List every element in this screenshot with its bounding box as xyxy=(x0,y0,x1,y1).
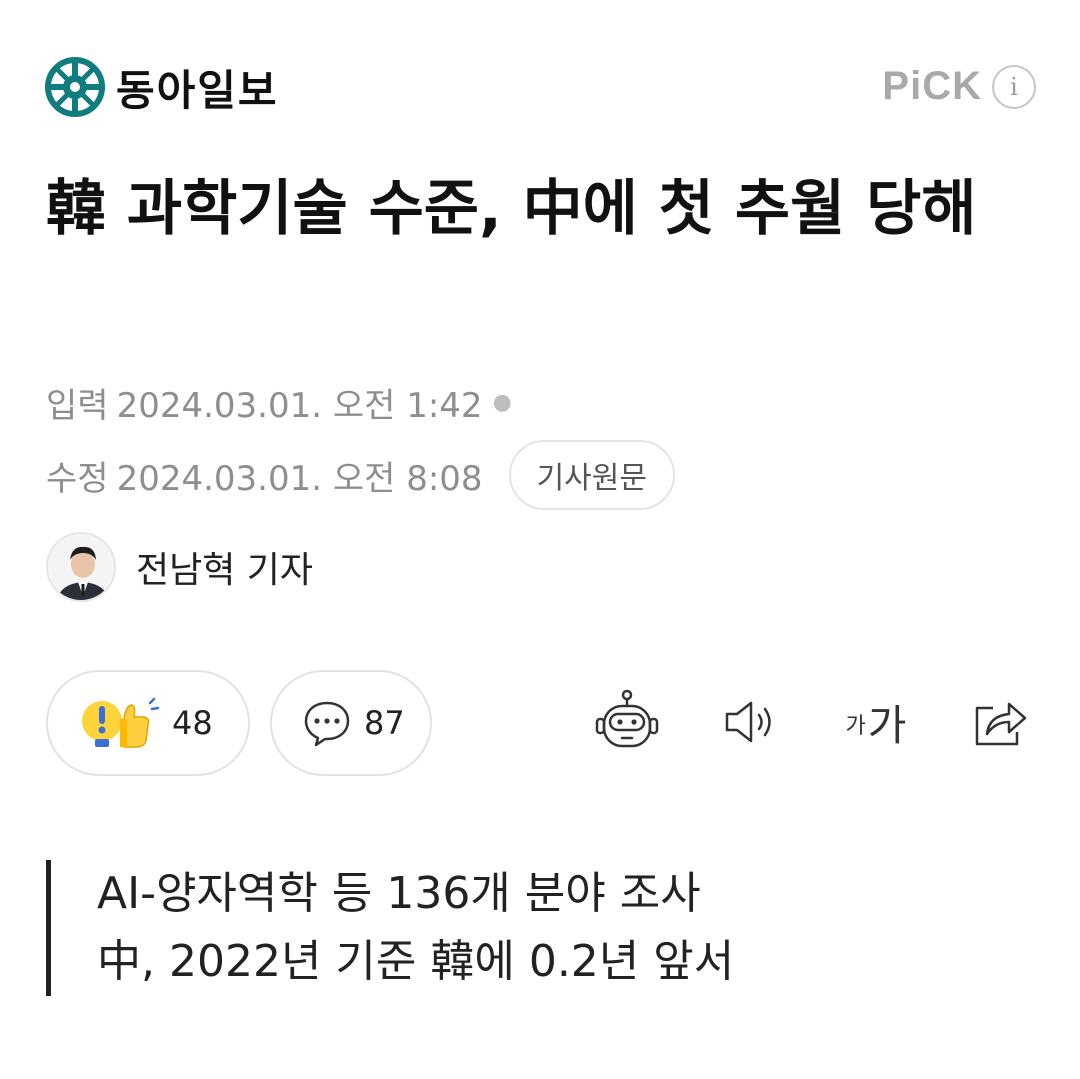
reaction-icon xyxy=(82,697,160,748)
input-time: 2024.03.01. 오전 1:42 xyxy=(116,386,483,426)
speaker-icon xyxy=(725,701,771,743)
summary-line-1: AI-양자역학 등 136개 분야 조사 xyxy=(97,868,701,919)
reporter[interactable]: 전남혁 기자 xyxy=(46,532,313,602)
edit-timestamp: 수정 2024.03.01. 오전 8:08 기사원문 xyxy=(46,440,675,510)
font-size-button[interactable]: 가 가 xyxy=(836,686,916,758)
donga-globe-icon xyxy=(45,57,105,117)
text-to-speech-button[interactable] xyxy=(716,686,786,758)
font-big-label: 가 xyxy=(867,700,907,750)
reporter-avatar[interactable] xyxy=(46,532,116,602)
robot-summary-icon xyxy=(595,689,659,748)
comment-button[interactable]: 87 xyxy=(270,670,432,776)
share-button[interactable] xyxy=(964,686,1034,758)
summary-line-2: 中, 2022년 기준 韓에 0.2년 앞서 xyxy=(97,936,735,987)
separator-dot: ● xyxy=(492,390,512,415)
comment-count: 87 xyxy=(364,704,405,742)
article-title: 韓 과학기술 수준, 中에 첫 추월 당해 xyxy=(46,174,977,244)
pick-badge[interactable]: PiCK i xyxy=(882,64,1036,109)
press-logo[interactable]: 동아일보 xyxy=(44,56,279,118)
original-article-button[interactable]: 기사원문 xyxy=(508,440,675,510)
reporter-name[interactable]: 전남혁 기자 xyxy=(136,541,313,593)
summary-bot-button[interactable] xyxy=(592,686,662,758)
article-summary: AI-양자역학 등 136개 분야 조사 中, 2022년 기준 韓에 0.2년… xyxy=(46,860,946,996)
share-icon xyxy=(975,702,1027,746)
reaction-count: 48 xyxy=(172,704,213,742)
input-timestamp: 입력 2024.03.01. 오전 1:42 ● xyxy=(46,378,512,427)
header: 동아일보 PiCK i xyxy=(44,56,1036,120)
press-name: 동아일보 xyxy=(116,65,279,115)
info-icon[interactable]: i xyxy=(992,64,1036,109)
input-label: 입력 xyxy=(46,386,109,426)
comment-icon xyxy=(304,701,350,747)
reaction-button[interactable]: 48 xyxy=(46,670,250,776)
font-small-label: 가 xyxy=(845,714,866,739)
pick-label: PiCK xyxy=(882,64,982,108)
edit-label: 수정 xyxy=(46,458,109,499)
edit-time: 2024.03.01. 오전 8:08 xyxy=(116,458,483,499)
person-icon xyxy=(48,534,114,600)
